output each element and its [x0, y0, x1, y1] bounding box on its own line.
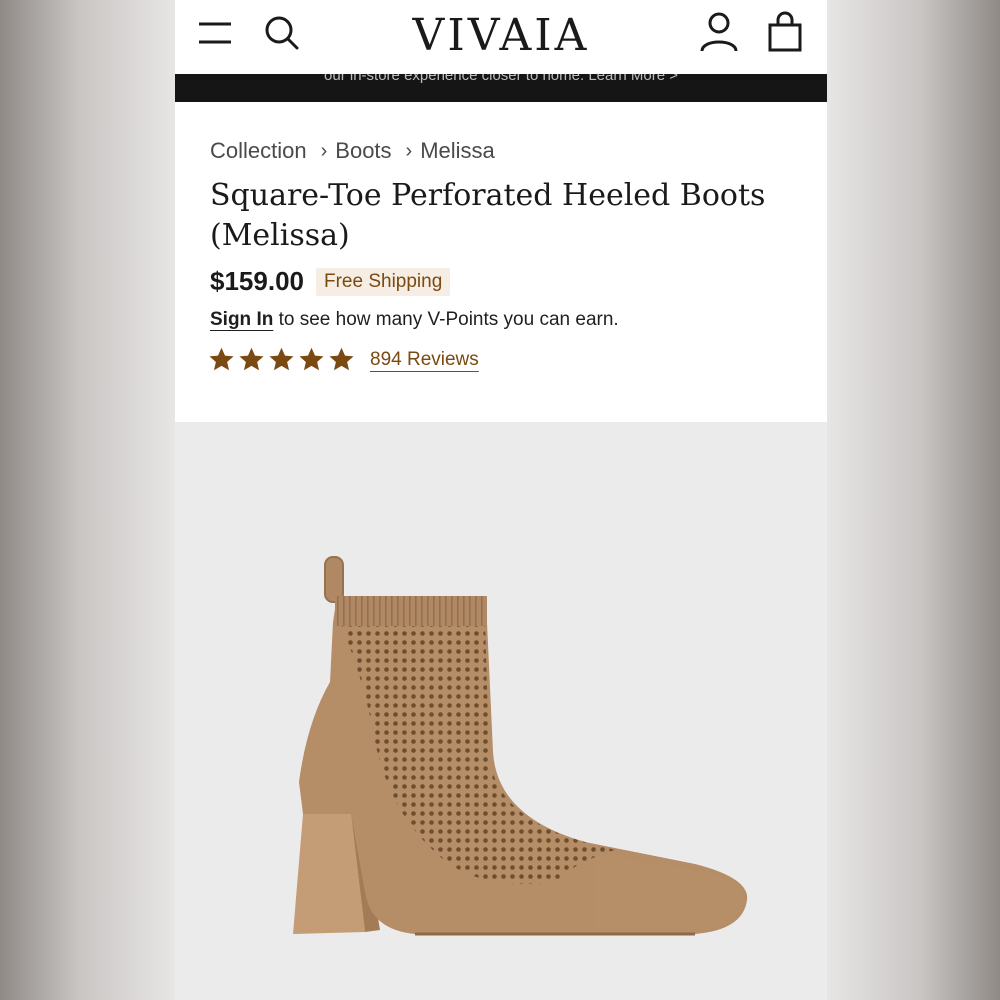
top-nav: VIVAIA [175, 0, 827, 74]
star-rating [208, 346, 355, 373]
v-points-text: to see how many V-Points you can earn. [273, 309, 619, 330]
announcement-bar[interactable]: our in-store experience closer to home. … [175, 74, 827, 102]
bag-icon[interactable] [763, 10, 807, 54]
breadcrumb-boots[interactable]: Boots [335, 138, 391, 164]
sign-in-link[interactable]: Sign In [210, 309, 273, 330]
product-page: VIVAIA our in-store experience closer to… [175, 0, 827, 1000]
announcement-text: our in-store experience closer to home. … [324, 74, 678, 84]
star-icon [329, 347, 354, 371]
account-icon[interactable] [697, 10, 741, 54]
breadcrumb-collection[interactable]: Collection [210, 138, 307, 164]
price-row: $159.00 Free Shipping [210, 266, 451, 297]
product-image-gallery[interactable] [175, 422, 827, 1000]
star-icon [299, 347, 324, 371]
breadcrumb: Collection › Boots › Melissa [210, 138, 495, 164]
breadcrumb-separator: › [320, 139, 328, 162]
product-price: $159.00 [210, 266, 304, 296]
menu-icon[interactable] [193, 14, 237, 52]
free-shipping-badge: Free Shipping [315, 267, 451, 296]
star-icon [269, 347, 294, 371]
breadcrumb-melissa[interactable]: Melissa [420, 138, 495, 164]
breadcrumb-separator: › [405, 139, 413, 162]
reviews-link[interactable]: 894 Reviews [370, 349, 479, 371]
search-icon[interactable] [261, 12, 303, 54]
star-icon [239, 347, 264, 371]
product-title: Square-Toe Perforated Heeled Boots (Meli… [210, 178, 766, 253]
v-points-message: Sign In to see how many V-Points you can… [210, 309, 619, 331]
boot-product-image [293, 556, 748, 936]
star-icon [209, 347, 234, 371]
rating-row: 894 Reviews [208, 346, 479, 373]
brand-logo[interactable]: VIVAIA [375, 8, 627, 64]
